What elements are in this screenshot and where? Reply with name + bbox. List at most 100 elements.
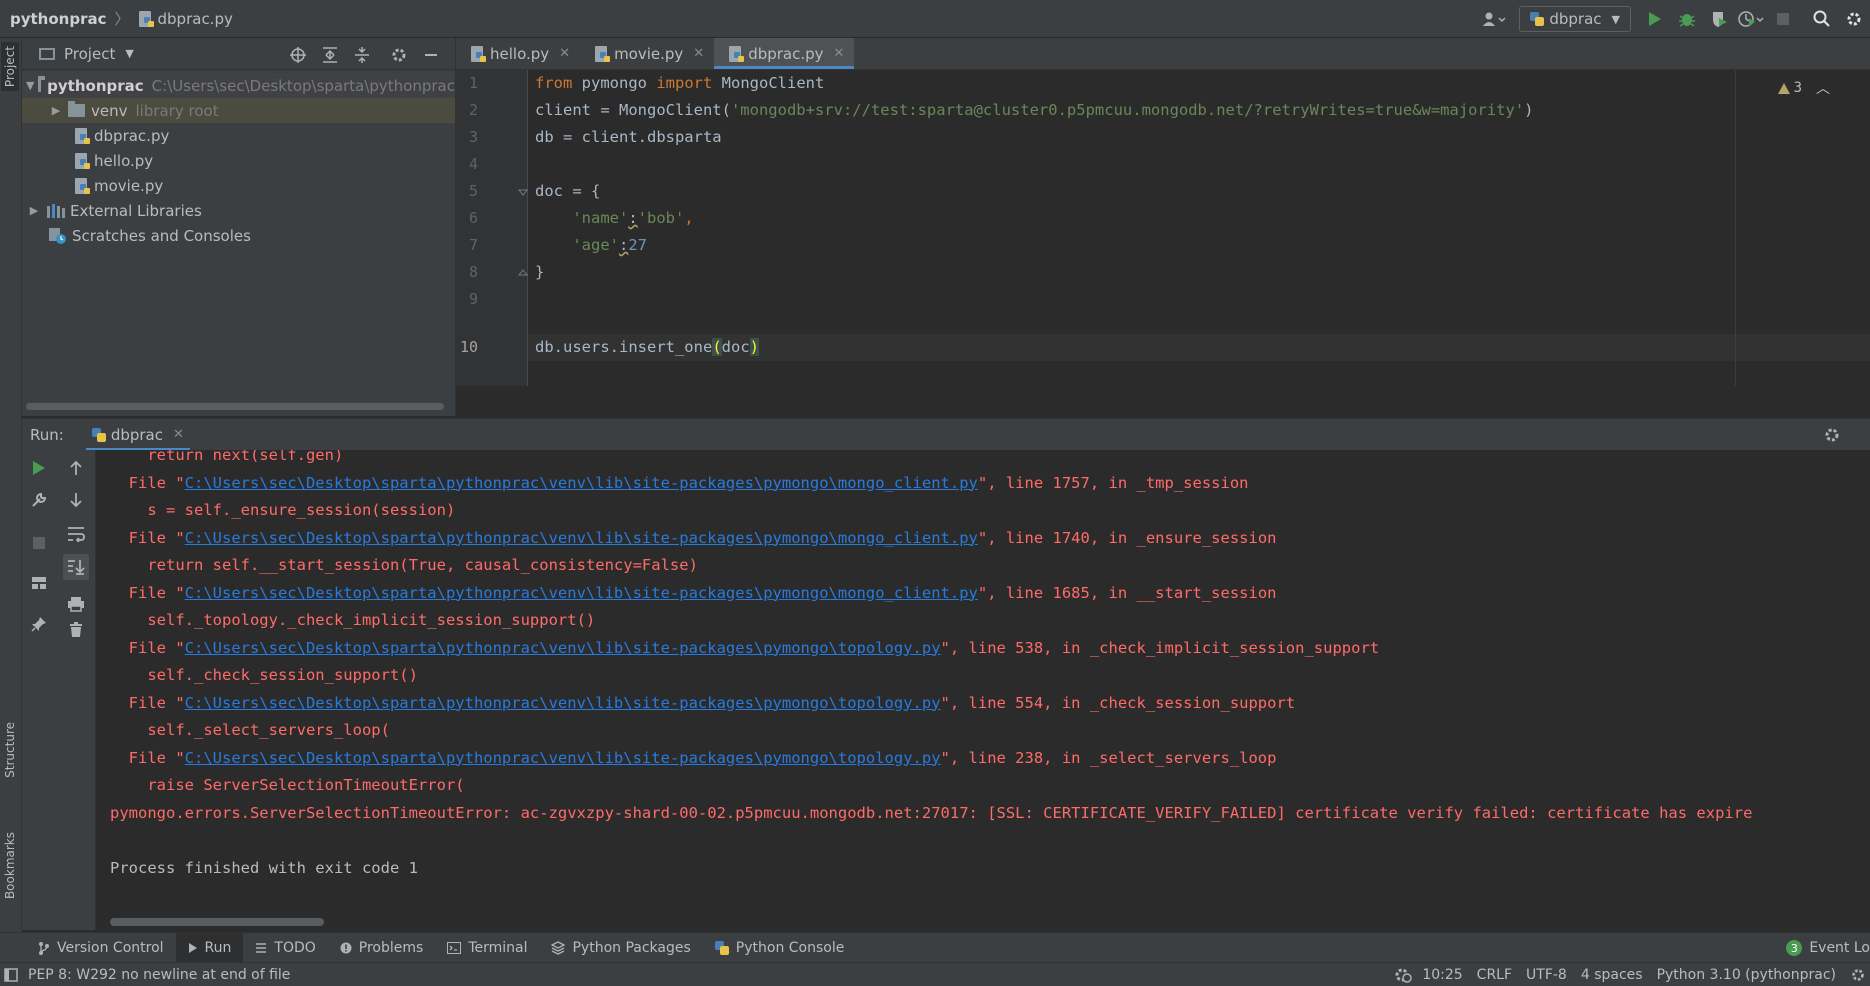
tab-python-console[interactable]: Python Console <box>703 933 857 963</box>
tree-item-external-libraries[interactable]: ▶ External Libraries <box>22 198 455 223</box>
print-icon[interactable] <box>56 596 95 612</box>
event-log-label: Event Lo <box>1809 940 1870 956</box>
horizontal-scrollbar[interactable] <box>26 403 444 410</box>
locate-icon[interactable] <box>285 42 311 68</box>
trash-icon[interactable] <box>56 622 95 638</box>
tree-item-dbprac[interactable]: dbprac.py <box>22 123 455 148</box>
tab-dbprac-py[interactable]: dbprac.py ✕ <box>714 38 855 69</box>
collapse-all-icon[interactable] <box>349 42 375 68</box>
tab-python-packages[interactable]: Python Packages <box>539 933 702 963</box>
toggle-tool-windows-icon[interactable] <box>4 968 18 982</box>
tree-item-hello[interactable]: hello.py <box>22 148 455 173</box>
console-text: s = self._ensure_session(session) <box>110 501 456 519</box>
console-text: pymongo.errors.ServerSelectionTimeoutErr… <box>110 803 1753 822</box>
account-icon[interactable] <box>1482 6 1508 32</box>
side-tab-bookmarks[interactable]: Bookmarks <box>1 828 19 903</box>
profile-icon[interactable] <box>1738 6 1764 32</box>
side-tab-project[interactable]: Project <box>1 42 19 92</box>
code-token: 'bob' <box>637 209 685 227</box>
project-panel-title[interactable]: Project <box>64 45 115 63</box>
breadcrumb-project[interactable]: pythonprac <box>10 10 107 28</box>
code-token: : <box>619 236 629 254</box>
run-tab-dbprac[interactable]: dbprac ✕ <box>85 419 190 451</box>
console-text: self._topology._check_implicit_session_s… <box>110 611 596 629</box>
settings-gear-icon[interactable] <box>1841 6 1867 32</box>
tree-item-scratches[interactable]: Scratches and Consoles <box>22 223 455 248</box>
arrow-up-icon[interactable] <box>56 460 95 476</box>
close-icon[interactable]: ✕ <box>173 427 184 442</box>
run-toolbar-secondary <box>56 450 96 930</box>
python-interpreter[interactable]: Python 3.10 (pythonprac) <box>1657 967 1836 983</box>
tab-label: dbprac.py <box>748 44 824 63</box>
git-sync-icon[interactable] <box>1394 967 1413 983</box>
tab-movie-py[interactable]: movie.py ✕ <box>580 38 714 69</box>
scroll-to-end-icon[interactable] <box>56 554 95 580</box>
chevron-up-icon[interactable]: ︿ <box>1816 78 1830 98</box>
pin-icon[interactable] <box>22 616 56 632</box>
tab-version-control[interactable]: Version Control <box>26 933 176 963</box>
horizontal-scrollbar[interactable] <box>110 918 324 926</box>
tree-item-movie[interactable]: movie.py <box>22 173 455 198</box>
indent-setting[interactable]: 4 spaces <box>1581 967 1643 983</box>
fold-icon[interactable] <box>518 268 528 278</box>
event-log-button[interactable]: 3 Event Lo <box>1786 933 1870 963</box>
chevron-down-icon[interactable]: ▼ <box>125 47 133 60</box>
layout-icon[interactable] <box>22 576 56 590</box>
line-separator[interactable]: CRLF <box>1477 967 1512 983</box>
code-editor[interactable]: 1 2 3 4 5 6 7 8 9 10 from pymongo import… <box>456 70 1870 386</box>
chevron-right-icon[interactable]: ▶ <box>26 204 42 217</box>
wrench-icon[interactable] <box>22 492 56 508</box>
tool-window-bar: Version Control Run TODO Problems Termin… <box>0 932 1870 963</box>
caret-position[interactable]: 10:25 <box>1422 967 1462 983</box>
inspection-widget[interactable]: 3 ︿ <box>1777 78 1830 98</box>
search-icon[interactable] <box>1809 6 1835 32</box>
run-configuration-select[interactable]: dbprac ▼ <box>1519 6 1631 32</box>
console-text: File " <box>110 638 185 657</box>
gear-icon[interactable] <box>386 42 412 68</box>
status-message: PEP 8: W292 no newline at end of file <box>28 966 291 983</box>
tab-run[interactable]: Run <box>175 932 244 963</box>
expand-all-icon[interactable] <box>317 42 343 68</box>
list-icon <box>256 942 267 953</box>
tab-todo[interactable]: TODO <box>243 933 327 963</box>
breadcrumb-file[interactable]: dbprac.py <box>158 10 233 28</box>
console-line: Process finished with exit code 1 <box>110 855 418 882</box>
tab-problems[interactable]: Problems <box>328 933 436 963</box>
tab-terminal[interactable]: Terminal <box>435 933 539 963</box>
run-icon[interactable] <box>1642 6 1668 32</box>
soft-wrap-icon[interactable] <box>56 526 95 542</box>
tab-label: Version Control <box>57 939 164 956</box>
console-file-link[interactable]: C:\Users\sec\Desktop\sparta\pythonprac\v… <box>185 584 978 602</box>
file-encoding[interactable]: UTF-8 <box>1526 967 1567 983</box>
tab-hello-py[interactable]: hello.py ✕ <box>456 38 580 69</box>
fold-icon[interactable] <box>518 187 528 197</box>
console-file-link[interactable]: C:\Users\sec\Desktop\sparta\pythonprac\v… <box>185 694 941 712</box>
chevron-right-icon[interactable]: ▶ <box>48 104 64 117</box>
run-console[interactable]: return next(self.gen) File "C:\Users\sec… <box>96 450 1870 930</box>
close-icon[interactable]: ✕ <box>834 46 845 61</box>
side-tab-structure[interactable]: Structure <box>1 718 19 782</box>
stop-icon[interactable] <box>22 536 56 550</box>
warning-count: 3 <box>1793 80 1802 96</box>
console-file-link[interactable]: C:\Users\sec\Desktop\sparta\pythonprac\v… <box>185 749 941 767</box>
tree-item-pythonprac[interactable]: ▼ pythonprac C:\Users\sec\Desktop\sparta… <box>22 73 455 98</box>
code-line: db.users.insert_one(doc) <box>535 334 759 361</box>
settings-gear-icon[interactable] <box>1819 422 1845 448</box>
console-file-link[interactable]: C:\Users\sec\Desktop\sparta\pythonprac\v… <box>185 474 978 492</box>
settings-icon[interactable] <box>1850 967 1866 983</box>
close-icon[interactable]: ✕ <box>693 46 704 61</box>
tab-label: Terminal <box>468 939 528 956</box>
console-file-link[interactable]: C:\Users\sec\Desktop\sparta\pythonprac\v… <box>185 639 941 657</box>
line-number: 9 <box>468 290 478 308</box>
coverage-icon[interactable] <box>1706 6 1732 32</box>
console-file-link[interactable]: C:\Users\sec\Desktop\sparta\pythonprac\v… <box>185 529 978 547</box>
close-icon[interactable]: ✕ <box>559 46 570 61</box>
hide-panel-icon[interactable] <box>418 42 444 68</box>
rerun-icon[interactable] <box>22 460 56 476</box>
arrow-down-icon[interactable] <box>56 492 95 508</box>
chevron-down-icon[interactable]: ▼ <box>26 79 34 92</box>
debug-icon[interactable] <box>1674 6 1700 32</box>
stop-icon[interactable] <box>1770 6 1796 32</box>
tree-item-venv[interactable]: ▶ venv library root <box>22 98 455 123</box>
